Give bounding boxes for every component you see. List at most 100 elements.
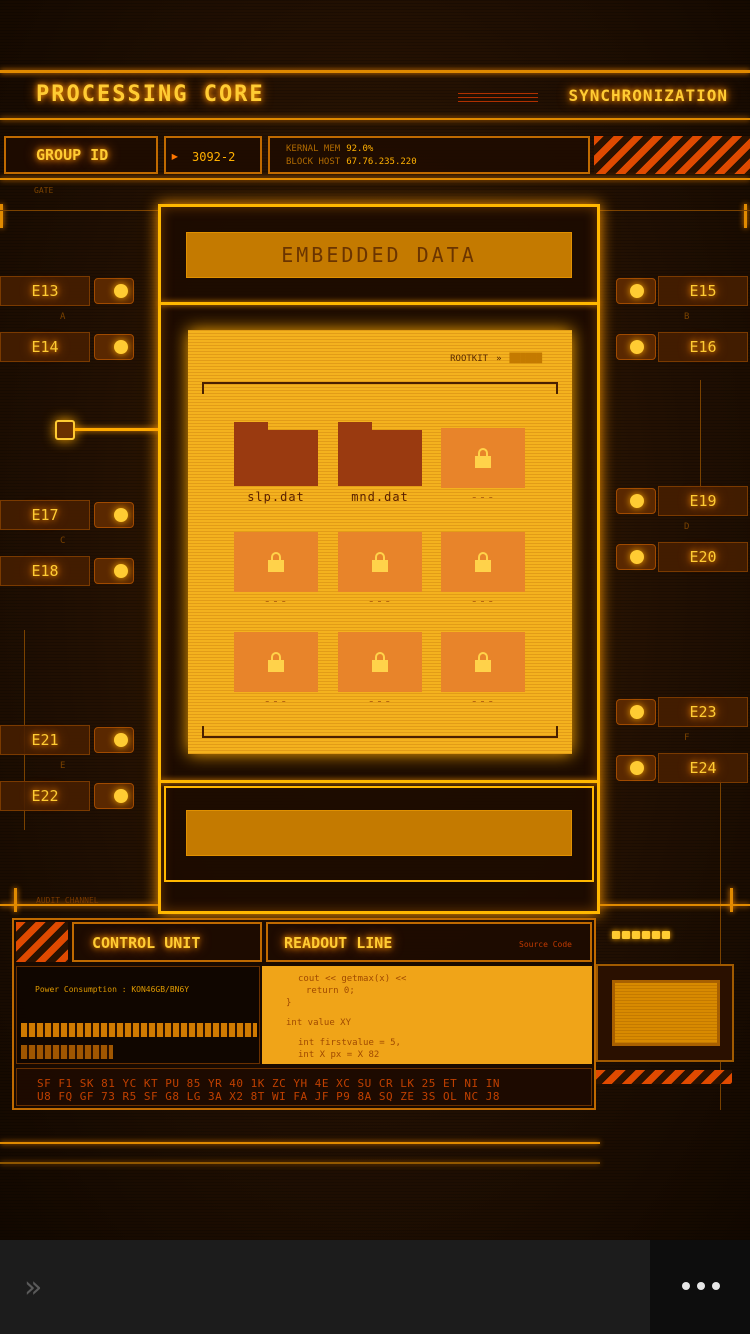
code-line: int firstvalue = 5, — [298, 1038, 401, 1048]
toggle-switch[interactable] — [94, 558, 134, 584]
chip-e19[interactable]: E19 — [616, 486, 750, 516]
chip-label: E22 — [0, 781, 90, 811]
readout-line-header: READOUT LINE Source Code — [266, 922, 592, 962]
locked-tile — [234, 632, 318, 692]
file-name: --- — [367, 694, 393, 708]
locked-tile — [234, 532, 318, 592]
bottom-navigation-bar: » — [0, 1240, 750, 1334]
file-browser: ROOTKIT » ██████ slp.dat mnd.dat --- --- -… — [188, 330, 572, 754]
panel-divider — [160, 780, 598, 783]
toggle-switch[interactable] — [616, 755, 656, 781]
panel-footer-banner — [186, 810, 572, 856]
chip-e17[interactable]: E17 — [0, 500, 134, 530]
toggle-switch[interactable] — [616, 278, 656, 304]
locked-file[interactable]: --- — [441, 532, 525, 612]
source-code-panel: cout << getmax(x) << return 0; } int val… — [262, 966, 592, 1064]
locked-file[interactable]: --- — [234, 632, 318, 712]
locked-tile — [441, 532, 525, 592]
more-options-icon[interactable] — [682, 1280, 722, 1292]
control-unit-header: CONTROL UNIT — [72, 922, 262, 962]
folder-icon — [338, 422, 422, 486]
block-host-label: BLOCK HOST — [286, 157, 341, 167]
chip-e16[interactable]: E16 — [616, 332, 750, 362]
chip-label: E24 — [658, 753, 748, 783]
locked-tile — [441, 632, 525, 692]
rootkit-label: ROOTKIT — [450, 354, 489, 364]
bracket-bottom — [202, 726, 558, 738]
chip-e13[interactable]: E13 — [0, 276, 134, 306]
file-name: --- — [470, 490, 496, 504]
chip-e20[interactable]: E20 — [616, 542, 750, 572]
chip-sub-letter: D — [684, 522, 690, 532]
top-border — [0, 70, 750, 73]
toggle-switch[interactable] — [616, 488, 656, 514]
chip-label: E14 — [0, 332, 90, 362]
chip-label: E19 — [658, 486, 748, 516]
locked-file[interactable]: --- — [441, 632, 525, 712]
chip-label: E18 — [0, 556, 90, 586]
folder-icon — [234, 422, 318, 486]
code-line: int value XY — [286, 1018, 352, 1028]
game-screen: PROCESSING CORE SYNCHRONIZATION GROUP ID… — [0, 0, 750, 1240]
chip-e21[interactable]: E21 — [0, 725, 134, 755]
toggle-switch[interactable] — [616, 699, 656, 725]
lock-icon — [372, 552, 388, 572]
chip-e24[interactable]: E24 — [616, 753, 750, 783]
chip-sub-letter: B — [684, 312, 690, 322]
sync-status: SYNCHRONIZATION — [568, 86, 728, 105]
code-line: return 0; — [306, 986, 355, 996]
chip-e23[interactable]: E23 — [616, 697, 750, 727]
file-name: slp.dat — [247, 490, 305, 504]
hex-dump: SF F1 SK 81 YC KT PU 85 YR 40 1K ZC YH 4… — [16, 1068, 592, 1106]
locked-file[interactable]: --- — [338, 632, 422, 712]
kernel-mem-value: 92.0% — [346, 144, 374, 154]
source-code-label[interactable]: Source Code — [519, 940, 572, 949]
toggle-switch[interactable] — [616, 334, 656, 360]
file-name: --- — [470, 694, 496, 708]
locked-file[interactable]: --- — [441, 428, 525, 508]
hazard-stripes — [596, 1070, 732, 1084]
chip-e14[interactable]: E14 — [0, 332, 134, 362]
sync-indicator-lines — [458, 92, 538, 102]
locked-file[interactable]: --- — [234, 532, 318, 612]
chip-label: E13 — [0, 276, 90, 306]
auxiliary-monitor-screen — [612, 980, 720, 1046]
toggle-switch[interactable] — [616, 544, 656, 570]
hazard-stripes — [16, 922, 68, 962]
power-consumption-label: Power Consumption : KON46GB/BN6Y — [35, 985, 190, 994]
locked-file[interactable]: --- — [338, 532, 422, 612]
embedded-data-title: EMBEDDED DATA — [281, 243, 477, 267]
file-slp-dat[interactable]: slp.dat — [234, 422, 318, 504]
hex-row: SF F1 SK 81 YC KT PU 85 YR 40 1K ZC YH 4… — [37, 1077, 500, 1090]
chip-sub-letter: A — [60, 312, 66, 322]
file-name: --- — [470, 594, 496, 608]
chip-e22[interactable]: E22 — [0, 781, 134, 811]
kernel-info-box: KERNAL MEM 92.0% BLOCK HOST 67.76.235.220 — [268, 136, 590, 174]
forward-icon[interactable]: » — [24, 1270, 42, 1305]
toggle-switch[interactable] — [94, 727, 134, 753]
chip-e15[interactable]: E15 — [616, 276, 750, 306]
chip-sub-letter: C — [60, 536, 66, 546]
readout-line-title: READOUT LINE — [284, 934, 393, 952]
header-divider — [0, 118, 750, 120]
nav-bar-left: » — [0, 1240, 650, 1334]
right-edge-marker-bottom — [730, 888, 733, 912]
chip-sub-letter: F — [684, 733, 690, 743]
rootkit-path: ROOTKIT » ██████ — [450, 354, 542, 364]
locked-tile — [338, 532, 422, 592]
code-line: int X px = X 82 — [298, 1050, 380, 1060]
chip-e18[interactable]: E18 — [0, 556, 134, 586]
file-name: --- — [263, 594, 289, 608]
toggle-switch[interactable] — [94, 278, 134, 304]
chip-sub-letter: E — [60, 761, 66, 771]
connector-node[interactable] — [55, 420, 75, 440]
toggle-switch[interactable] — [94, 502, 134, 528]
block-host-row: BLOCK HOST 67.76.235.220 — [286, 157, 417, 167]
toggle-switch[interactable] — [94, 783, 134, 809]
power-meter-primary — [21, 1023, 257, 1037]
status-leds — [612, 924, 674, 939]
file-mnd-dat[interactable]: mnd.dat — [338, 422, 422, 504]
toggle-switch[interactable] — [94, 334, 134, 360]
lock-icon — [268, 552, 284, 572]
chip-label: E15 — [658, 276, 748, 306]
